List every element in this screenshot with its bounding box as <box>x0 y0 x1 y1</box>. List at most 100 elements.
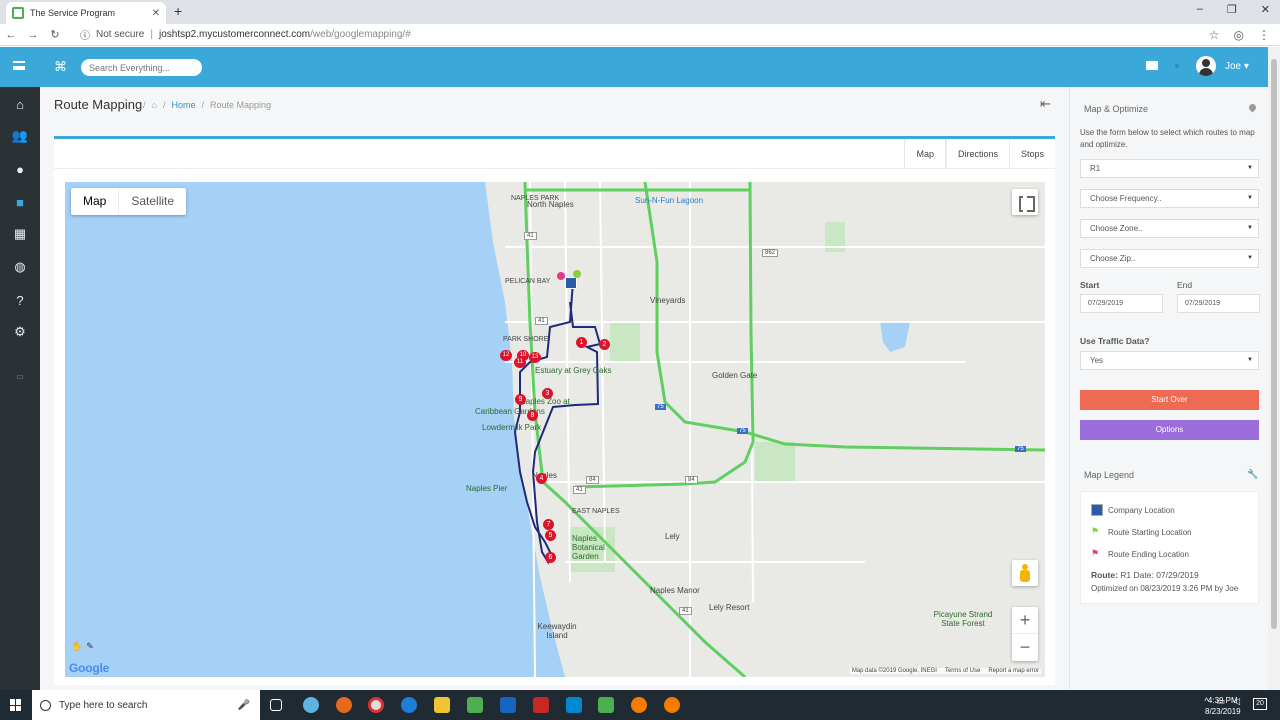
expand-icon[interactable]: ⌘ <box>54 59 67 75</box>
exit-icon[interactable]: ⇤ <box>1040 96 1051 112</box>
options-button[interactable]: Options <box>1080 420 1259 440</box>
route-start-icon[interactable] <box>573 270 581 278</box>
breadcrumb-home[interactable]: Home <box>171 100 195 110</box>
page-scrollbar[interactable] <box>1268 47 1280 690</box>
map-type-satellite[interactable]: Satellite <box>119 188 186 215</box>
road-shield: 41 <box>679 607 692 615</box>
zone-select[interactable]: Choose Zone.. <box>1080 219 1259 238</box>
start-over-button[interactable]: Start Over <box>1080 390 1259 410</box>
truck-icon[interactable]: ■ <box>11 193 29 211</box>
tab-map[interactable]: Map <box>904 139 946 169</box>
taskbar-search[interactable]: Type here to search 🎤 <box>32 690 260 720</box>
home-icon[interactable]: ⌂ <box>11 95 29 113</box>
url-field[interactable]: ⓘ Not secure | joshtsp2.mycustomerconnec… <box>80 27 411 42</box>
scrollbar-thumb[interactable] <box>1271 59 1277 629</box>
page-title: Route Mapping <box>54 97 143 112</box>
fullscreen-icon[interactable] <box>1012 189 1038 215</box>
star-icon[interactable]: ☆ <box>1209 28 1220 42</box>
stop-marker[interactable]: 12 <box>500 350 512 361</box>
road-shield: 41 <box>535 317 548 325</box>
app-icon[interactable] <box>303 697 319 713</box>
extension-icon[interactable]: ◎ <box>1234 28 1244 42</box>
stop-marker[interactable]: 2 <box>599 339 610 350</box>
traffic-select[interactable]: Yes <box>1080 351 1259 370</box>
restore-icon[interactable]: ❐ <box>1227 3 1237 16</box>
forward-icon[interactable]: → <box>22 29 44 41</box>
route-map[interactable]: NAPLES PARK North Naples Sun-N-Fun Lagoo… <box>65 182 1045 677</box>
new-tab-icon[interactable]: + <box>174 3 182 19</box>
end-date-field[interactable]: 07/29/2019 <box>1177 294 1260 313</box>
calendar-icon[interactable]: ▦ <box>11 225 29 243</box>
file-explorer-icon[interactable] <box>434 697 450 713</box>
zoom-in-button[interactable]: + <box>1012 607 1038 634</box>
app-icon[interactable] <box>631 697 647 713</box>
stop-marker[interactable]: 9 <box>515 394 526 405</box>
start-label: Start <box>1080 280 1100 290</box>
stop-marker[interactable]: 5 <box>545 530 556 541</box>
stop-marker[interactable]: 1 <box>576 337 587 348</box>
stop-marker[interactable]: 8 <box>527 410 538 421</box>
place-label: Naples Manor <box>650 586 700 595</box>
wrench-icon[interactable]: 🔧 <box>1247 469 1258 480</box>
menu-icon[interactable]: ⋮ <box>1258 28 1270 42</box>
customers-icon[interactable]: 👥 <box>11 127 29 145</box>
map-type-map[interactable]: Map <box>71 188 120 215</box>
microphone-icon[interactable]: 🎤 <box>238 700 250 711</box>
report-link[interactable]: Report a map error <box>988 668 1039 674</box>
firefox-icon[interactable] <box>336 697 352 713</box>
task-view-icon[interactable] <box>270 699 282 711</box>
breadcrumb-home-icon[interactable]: ⌂ <box>152 100 157 110</box>
company-location-icon[interactable] <box>565 277 577 289</box>
skype-icon[interactable] <box>566 697 582 713</box>
help-icon[interactable]: ? <box>11 291 29 309</box>
terms-link[interactable]: Terms of Use <box>945 668 980 674</box>
stop-marker[interactable]: 4 <box>536 473 547 484</box>
draw-icon[interactable]: ✎ <box>86 641 94 652</box>
browser-tab[interactable]: The Service Program ✕ <box>6 2 166 24</box>
hand-icon[interactable]: ✋ <box>71 641 82 652</box>
route-select[interactable]: R1 <box>1080 159 1259 178</box>
stop-marker[interactable]: 7 <box>543 519 554 530</box>
stop-marker[interactable]: 3 <box>542 388 553 399</box>
back-icon[interactable]: ← <box>0 29 22 41</box>
collapse-icon[interactable]: ▭ <box>11 367 29 385</box>
close-window-icon[interactable]: ✕ <box>1261 3 1270 16</box>
location-icon[interactable]: ● <box>11 160 29 178</box>
route-end-icon[interactable] <box>557 272 565 280</box>
globe-icon[interactable]: ◍ <box>11 258 29 276</box>
street-view-pegman-icon[interactable] <box>1012 560 1038 586</box>
user-name: Joe <box>1225 61 1242 72</box>
tab-directions[interactable]: Directions <box>945 139 1009 169</box>
zoom-out-button[interactable]: − <box>1012 634 1038 661</box>
stop-marker[interactable]: 11 <box>514 357 526 368</box>
stop-marker[interactable]: 6 <box>545 552 556 563</box>
close-tab-icon[interactable]: ✕ <box>152 8 160 19</box>
filezilla-icon[interactable] <box>533 697 549 713</box>
map-data-credit: Map data ©2019 Google, INEGI <box>851 668 937 674</box>
start-date-field[interactable]: 07/29/2019 <box>1080 294 1163 313</box>
app-icon[interactable] <box>467 697 483 713</box>
hamburger-menu-icon[interactable] <box>13 61 25 70</box>
windows-start-icon[interactable] <box>10 699 22 711</box>
map-canvas[interactable] <box>65 182 1045 677</box>
tab-stops[interactable]: Stops <box>1008 139 1055 169</box>
minimize-icon[interactable]: – <box>1197 3 1203 16</box>
chrome-icon[interactable] <box>368 697 384 713</box>
panel-title: Map & Optimize <box>1084 104 1149 114</box>
notifications-icon[interactable]: 20 <box>1253 698 1267 710</box>
user-menu[interactable]: Joe ▾ <box>1225 61 1249 72</box>
app-icon[interactable] <box>598 697 614 713</box>
outlook-icon[interactable] <box>500 697 516 713</box>
reload-icon[interactable]: ↻ <box>44 28 66 41</box>
avatar[interactable] <box>1196 56 1216 76</box>
edge-icon[interactable] <box>401 697 417 713</box>
stop-marker[interactable]: 13 <box>529 352 541 363</box>
search-input[interactable] <box>81 59 202 76</box>
legend-item: ⚑ Route Starting Location <box>1091 526 1192 538</box>
zip-select[interactable]: Choose Zip.. <box>1080 249 1259 268</box>
frequency-select[interactable]: Choose Frequency.. <box>1080 189 1259 208</box>
app-icon[interactable] <box>664 697 680 713</box>
taskbar-clock[interactable]: 4:39 PM 8/23/2019 <box>1205 695 1241 717</box>
mail-icon[interactable] <box>1146 61 1158 70</box>
settings-icon[interactable]: ⚙ <box>11 323 29 341</box>
